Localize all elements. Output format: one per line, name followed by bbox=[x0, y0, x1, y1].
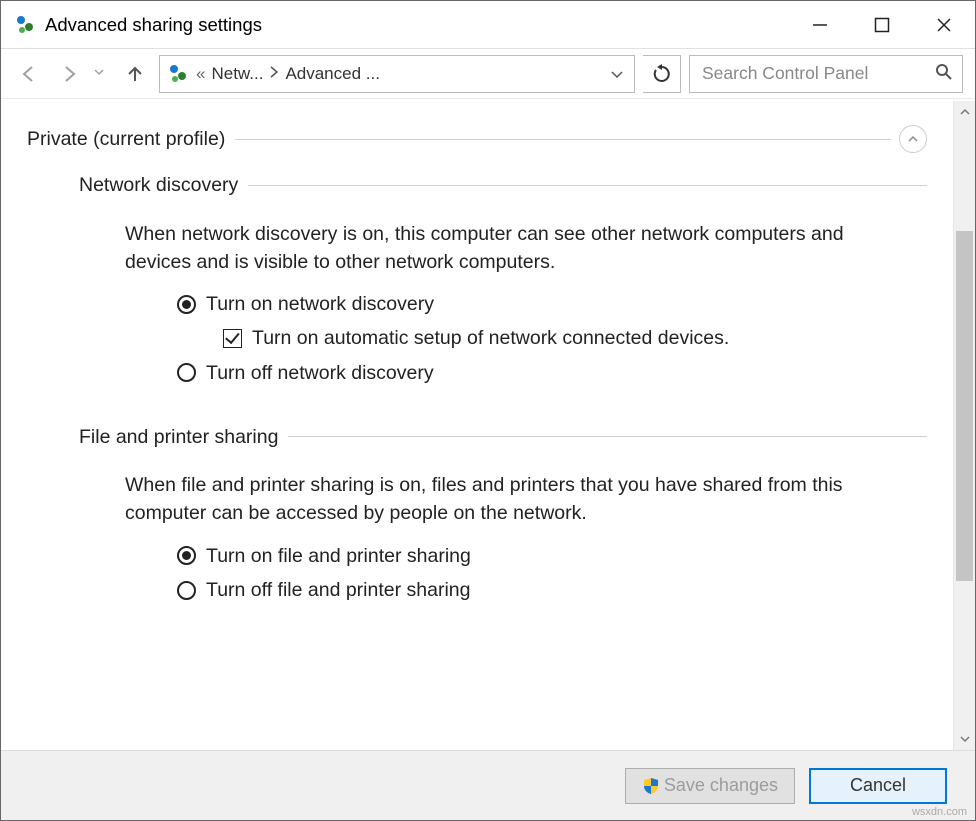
network-discovery-header: Network discovery bbox=[79, 171, 248, 199]
search-box[interactable] bbox=[689, 55, 963, 93]
content-area: Private (current profile) Network discov… bbox=[1, 101, 975, 750]
watermark: wsxdn.com bbox=[912, 806, 967, 818]
history-dropdown[interactable] bbox=[93, 65, 111, 82]
scroll-up-icon[interactable] bbox=[954, 101, 975, 123]
breadcrumb-segment[interactable]: Netw... bbox=[207, 64, 267, 84]
navigation-bar: « Netw... Advanced ... bbox=[1, 49, 975, 99]
radio-icon bbox=[177, 295, 196, 314]
radio-turn-on-network-discovery[interactable]: Turn on network discovery bbox=[177, 290, 927, 318]
checkbox-icon bbox=[223, 329, 242, 348]
file-printer-header: File and printer sharing bbox=[79, 423, 288, 451]
network-sharing-icon bbox=[168, 63, 190, 85]
option-label: Turn off file and printer sharing bbox=[206, 576, 470, 604]
save-changes-button[interactable]: Save changes bbox=[625, 768, 795, 804]
maximize-button[interactable] bbox=[851, 1, 913, 48]
refresh-button[interactable] bbox=[643, 55, 681, 93]
divider bbox=[235, 139, 891, 140]
breadcrumb: « Netw... Advanced ... bbox=[194, 64, 604, 84]
up-button[interactable] bbox=[119, 58, 151, 90]
profile-header-row: Private (current profile) bbox=[27, 125, 927, 153]
radio-turn-on-file-printer-sharing[interactable]: Turn on file and printer sharing bbox=[177, 542, 927, 570]
file-printer-options: Turn on file and printer sharing Turn of… bbox=[27, 542, 927, 605]
network-discovery-header-row: Network discovery bbox=[27, 171, 927, 199]
shield-icon bbox=[642, 777, 660, 795]
scroll-thumb[interactable] bbox=[956, 231, 973, 581]
file-printer-header-row: File and printer sharing bbox=[27, 423, 927, 451]
button-label: Cancel bbox=[850, 775, 906, 796]
network-discovery-description: When network discovery is on, this compu… bbox=[27, 220, 927, 277]
divider bbox=[248, 185, 927, 186]
radio-icon bbox=[177, 363, 196, 382]
radio-turn-off-network-discovery[interactable]: Turn off network discovery bbox=[177, 359, 927, 387]
address-bar[interactable]: « Netw... Advanced ... bbox=[159, 55, 635, 93]
checkbox-auto-setup[interactable]: Turn on automatic setup of network conne… bbox=[177, 324, 927, 352]
option-label: Turn on network discovery bbox=[206, 290, 434, 318]
window-controls bbox=[789, 1, 975, 48]
option-label: Turn on file and printer sharing bbox=[206, 542, 471, 570]
address-dropdown[interactable] bbox=[604, 67, 630, 81]
close-button[interactable] bbox=[913, 1, 975, 48]
footer-bar: Save changes Cancel bbox=[1, 750, 975, 820]
forward-button[interactable] bbox=[53, 58, 85, 90]
chevron-right-icon bbox=[267, 64, 281, 84]
profile-header: Private (current profile) bbox=[27, 125, 235, 153]
radio-turn-off-file-printer-sharing[interactable]: Turn off file and printer sharing bbox=[177, 576, 927, 604]
network-discovery-options: Turn on network discovery Turn on automa… bbox=[27, 290, 927, 387]
option-label: Turn off network discovery bbox=[206, 359, 434, 387]
search-input[interactable] bbox=[700, 62, 932, 85]
title-bar: Advanced sharing settings bbox=[1, 1, 975, 49]
window-title: Advanced sharing settings bbox=[45, 14, 789, 36]
option-label: Turn on automatic setup of network conne… bbox=[252, 324, 729, 352]
breadcrumb-segment[interactable]: Advanced ... bbox=[281, 64, 384, 84]
collapse-button[interactable] bbox=[899, 125, 927, 153]
file-printer-description: When file and printer sharing is on, fil… bbox=[27, 471, 927, 528]
radio-icon bbox=[177, 546, 196, 565]
scroll-down-icon[interactable] bbox=[954, 728, 975, 750]
network-sharing-icon bbox=[15, 14, 37, 36]
search-icon[interactable] bbox=[932, 63, 956, 85]
minimize-button[interactable] bbox=[789, 1, 851, 48]
chevron-left-icon: « bbox=[194, 64, 207, 84]
back-button[interactable] bbox=[13, 58, 45, 90]
vertical-scrollbar[interactable] bbox=[953, 101, 975, 750]
radio-icon bbox=[177, 581, 196, 600]
button-label: Save changes bbox=[664, 775, 778, 796]
cancel-button[interactable]: Cancel bbox=[809, 768, 947, 804]
settings-content: Private (current profile) Network discov… bbox=[1, 101, 953, 750]
divider bbox=[288, 436, 927, 437]
